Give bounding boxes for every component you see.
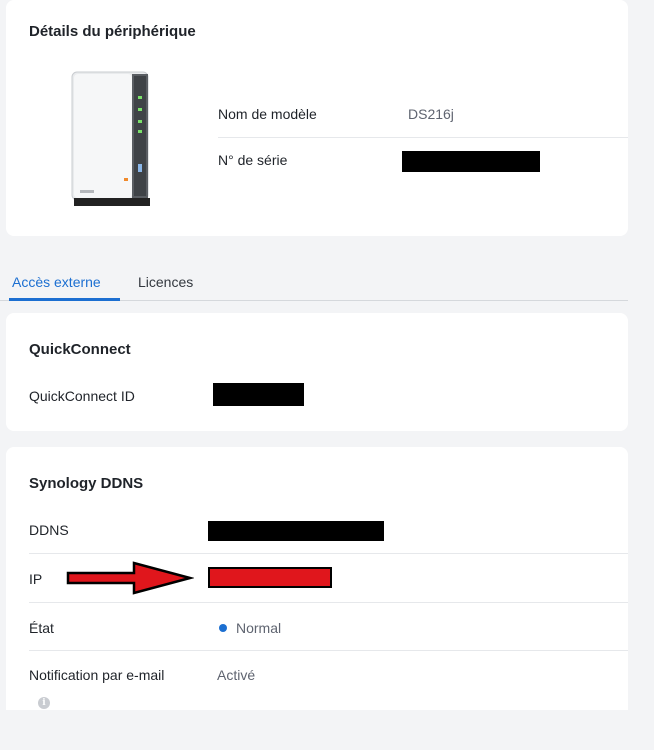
ddns-label: DDNS [29, 522, 69, 538]
model-name-value: DS216j [408, 106, 454, 122]
quickconnect-id-label: QuickConnect ID [29, 388, 135, 404]
quickconnect-id-redacted [213, 383, 304, 406]
status-normal-dot [219, 624, 227, 632]
state-label: État [29, 620, 54, 636]
quickconnect-card: QuickConnect QuickConnect ID [6, 313, 628, 431]
ddns-divider-2 [29, 602, 628, 603]
model-name-label: Nom de modèle [218, 106, 317, 122]
email-notification-label: Notification par e-mail [29, 667, 165, 683]
tab-external-access[interactable]: Accès externe [12, 274, 101, 290]
quickconnect-title: QuickConnect [29, 341, 131, 358]
info-icon[interactable]: i [38, 697, 50, 709]
tab-licenses[interactable]: Licences [138, 274, 193, 290]
serial-number-redacted [402, 151, 540, 172]
ip-value-redacted [208, 567, 332, 588]
red-arrow-annotation [66, 561, 194, 595]
synology-ddns-card: Synology DDNS DDNS IP État Normal Notifi… [6, 447, 628, 710]
ddns-divider-1 [29, 553, 628, 554]
serial-number-label: N° de série [218, 152, 288, 168]
email-notification-value: Activé [217, 667, 256, 683]
tab-active-indicator [9, 298, 120, 301]
tab-bar: Accès externe Licences [0, 266, 628, 302]
ddns-divider-3 [29, 650, 628, 651]
synology-ddns-title: Synology DDNS [29, 475, 144, 492]
device-divider [218, 137, 628, 138]
nas-device-icon [71, 71, 150, 206]
state-value: Normal [236, 620, 282, 636]
ip-label: IP [29, 571, 43, 587]
device-details-card: Détails du périphérique Nom de modèle DS… [6, 0, 628, 236]
device-details-title: Détails du périphérique [29, 23, 196, 40]
ddns-value-redacted [208, 521, 384, 541]
